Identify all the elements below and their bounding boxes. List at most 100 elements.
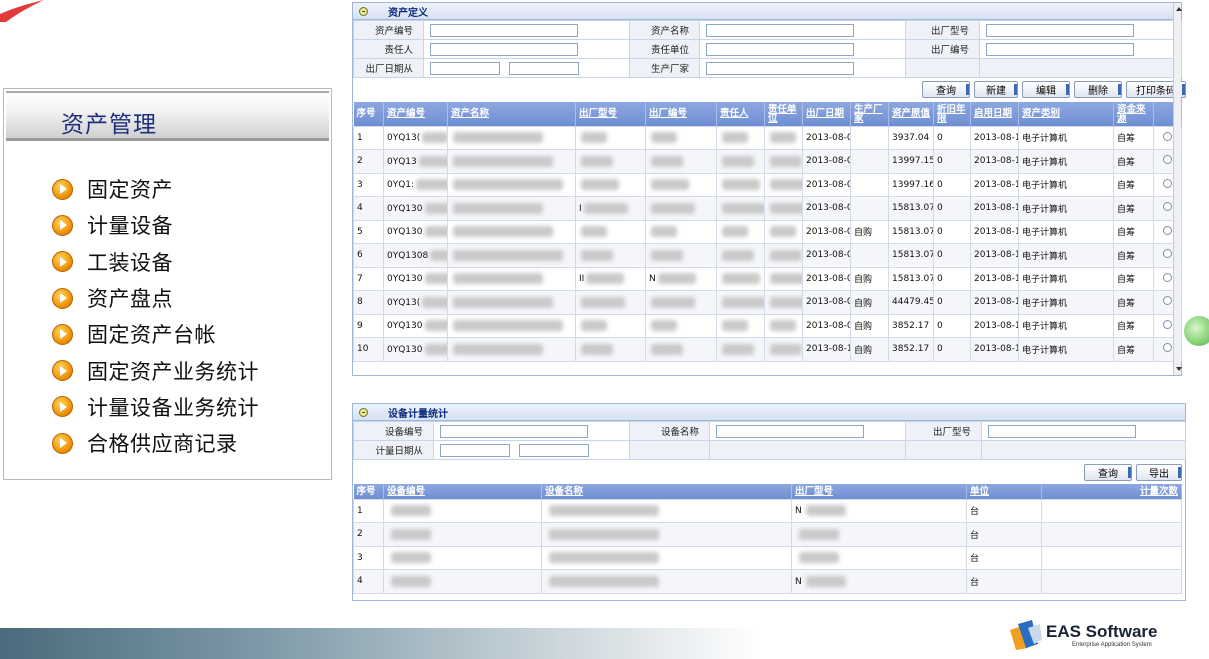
cell-value: 自筹 [1117,251,1136,262]
scroll-up-arrow-icon[interactable] [1176,7,1182,11]
collapse-toggle-icon[interactable] [359,6,368,16]
cell-value: 2013-08-09 [806,203,850,214]
collapse-toggle-icon[interactable] [359,407,368,417]
col-header[interactable]: 序号 [353,484,384,499]
col-header[interactable]: 出厂型号 [791,484,967,499]
cell-value: 自购 [854,275,873,286]
date-to-input[interactable] [509,61,580,75]
table-row[interactable]: 6 0YQ1308 2013-08-09 15813.070 2013-08-12 电子计… [353,243,1182,268]
export-button[interactable]: 导出 [1136,464,1182,481]
form-filler [905,440,982,460]
col-header[interactable]: 资产编号 [383,102,448,126]
cell-value: 电子计算机 [1022,228,1068,239]
cell-no: 3 [353,172,384,197]
table-row[interactable]: 10 0YQ130 2013-08-12 自购 3852.17 0 2013-08-12 电子… [353,337,1182,362]
redacted-block [651,343,683,355]
col-header[interactable]: 责任人 [716,102,765,126]
col-header[interactable]: 单位 [966,484,1042,499]
asset-no-input[interactable] [430,23,578,37]
menu-item-measuring-devices[interactable]: 计量设备 [52,207,259,243]
cell-serial [645,172,717,197]
metering-date-to-input[interactable] [519,443,590,457]
row-radio-button[interactable] [1163,296,1172,306]
table-row[interactable]: 2 0YQ13 2013-08-09 13997.150 2013-08-12 电子计算机… [353,149,1182,174]
row-radio-button[interactable] [1163,131,1172,141]
menu-item-inventory[interactable]: 资产盘点 [52,280,259,316]
table-row[interactable]: 3 0YQ1: 2013-08-09 13997.160 2013-08-12 电子计算机… [353,172,1182,197]
row-radio-button[interactable] [1163,343,1172,353]
cell-value: 3937.04 [888,125,934,150]
col-header[interactable]: 资金来源 [1113,102,1154,126]
device-no-input[interactable] [440,424,588,438]
serial-input[interactable] [986,42,1134,56]
table-row[interactable]: 8 0YQ13(2013-08-09 自购 44479.450 2013-08-12 电子… [353,290,1182,315]
row-radio-button[interactable] [1163,249,1172,259]
menu-item-fixed-assets[interactable]: 固定资产 [52,171,259,207]
cell-unit [764,337,803,362]
redacted-block [424,273,447,285]
date-from-input[interactable] [430,61,500,75]
new-button[interactable]: 新建 [974,81,1018,98]
cell-name [447,219,576,244]
manufacturer-input[interactable] [706,61,854,75]
owner-unit-input[interactable] [706,42,854,56]
menu-item-asset-ledger[interactable]: 固定资产台帐 [52,316,259,352]
redacted-block [424,343,447,355]
col-header[interactable]: 折旧年限 [933,102,971,126]
asset-grid-scrollbar[interactable] [1173,3,1182,375]
col-header[interactable]: 设备名称 [541,484,792,499]
col-header[interactable]: 资产类别 [1018,102,1114,126]
table-row[interactable]: 9 0YQ130 2013-08-09 自购 3852.17 0 2013-08-12 电子计… [353,313,1182,338]
delete-button[interactable]: 删除 [1074,81,1122,98]
row-radio-button[interactable] [1163,272,1172,282]
device-name-input[interactable] [716,424,864,438]
cell-value: 13997.15 [888,149,934,174]
edit-button[interactable]: 编辑 [1022,81,1070,98]
col-header[interactable]: 资产名称 [447,102,576,126]
cell-fund: 自筹 [1113,337,1154,362]
row-radio-button[interactable] [1163,178,1172,188]
col-header[interactable]: 出厂日期 [802,102,851,126]
metering-date-from-input[interactable] [440,443,510,457]
col-header[interactable]: 出厂编号 [645,102,717,126]
table-row[interactable]: 5 0YQ130 2013-08-09 自购 15813.070 2013-08-12 电子… [353,219,1182,244]
table-row[interactable]: 4 0YQ130 I 2013-08-09 15813.070 2013-08-12 电子计… [353,196,1182,221]
col-header[interactable]: 责任单位 [764,102,803,126]
scroll-down-arrow-icon[interactable] [1176,367,1182,371]
model-input[interactable] [986,23,1134,37]
menu-item-qualified-suppliers[interactable]: 合格供应商记录 [52,425,259,461]
cell-fund: 自筹 [1113,219,1154,244]
menu-item-label: 资产盘点 [87,287,173,312]
form-filler [905,58,980,78]
menu-item-device-statistics[interactable]: 计量设备业务统计 [52,389,259,425]
cell-value: 2013-08-09 [806,273,850,284]
asset-name-input[interactable] [706,23,854,37]
cell-value: 0YQ1308 [387,250,429,261]
table-row[interactable]: 2台 [353,522,1182,547]
row-radio-button[interactable] [1163,155,1172,165]
redacted-block [770,249,802,261]
device-model-input[interactable] [988,424,1136,438]
table-row[interactable]: 4 N 台 [353,569,1182,594]
table-row[interactable]: 1 0YQ13(2013-08-09 3937.04 0 2013-08-12 电子计算机… [353,125,1182,150]
query-button[interactable]: 查询 [922,81,970,98]
table-row[interactable]: 1 N 台 [353,498,1182,523]
menu-item-asset-statistics[interactable]: 固定资产业务统计 [52,352,259,388]
col-header[interactable]: 启用日期 [970,102,1019,126]
col-header[interactable]: 计量次数 [1041,484,1182,499]
col-header[interactable]: 序号 [353,102,384,126]
owner-input[interactable] [430,42,578,56]
cell-value: 自购 [854,345,873,356]
row-radio-button[interactable] [1163,225,1172,235]
device-query-button[interactable]: 查询 [1084,464,1132,481]
serial-field-cell [979,39,1182,59]
menu-item-tooling[interactable]: 工装设备 [52,244,259,280]
table-row[interactable]: 7 0YQ130 II N 2013-08-09 自购 15813.070 2013-08-1… [353,266,1182,291]
row-radio-button[interactable] [1163,319,1172,329]
col-header[interactable]: 设备编号 [383,484,542,499]
table-row[interactable]: 3台 [353,545,1182,570]
row-radio-button[interactable] [1163,202,1172,212]
col-header[interactable]: 资产原值 [888,102,934,126]
col-header[interactable]: 生产厂家 [850,102,889,126]
col-header[interactable]: 出厂型号 [575,102,646,126]
